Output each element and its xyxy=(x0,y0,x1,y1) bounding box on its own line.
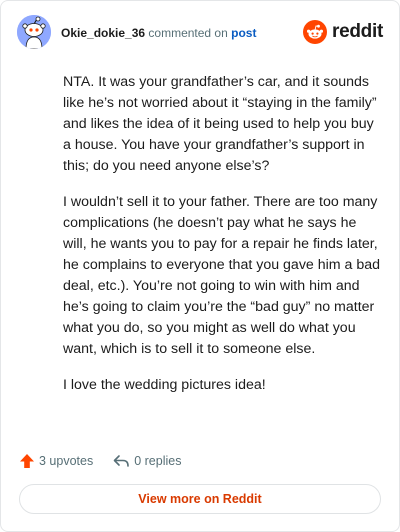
upvote-count: 3 upvotes xyxy=(39,454,94,468)
view-more-button[interactable]: View more on Reddit xyxy=(19,484,381,514)
reply-arrow-icon xyxy=(113,455,130,467)
username-link[interactable]: Okie_dokie_36 xyxy=(61,26,145,40)
replies-button[interactable]: 0 replies xyxy=(113,453,181,469)
reddit-logo[interactable]: reddit xyxy=(303,20,383,44)
comment-paragraph: I wouldn’t sell it to your father. There… xyxy=(63,194,381,357)
reddit-wordmark: reddit xyxy=(332,21,383,42)
reddit-logo-icon xyxy=(303,20,328,44)
comment-card: Okie_dokie_36 commented on post reddit N… xyxy=(0,0,400,532)
comment-actions: 3 upvotes 0 replies xyxy=(19,451,181,471)
user-avatar[interactable] xyxy=(17,15,51,49)
snoo-avatar-icon xyxy=(17,15,51,49)
action-text: commented on xyxy=(148,26,228,40)
replies-count: 0 replies xyxy=(134,454,182,468)
post-link[interactable]: post xyxy=(231,26,256,40)
comment-header: Okie_dokie_36 commented on post reddit xyxy=(17,15,383,51)
comment-meta: Okie_dokie_36 commented on post xyxy=(61,26,256,40)
view-more-label: View more on Reddit xyxy=(138,492,262,506)
comment-body: NTA. It was your grandfather’s car, and … xyxy=(63,72,381,411)
comment-paragraph: I love the wedding pictures idea! xyxy=(63,377,266,393)
upvote-button[interactable]: 3 upvotes xyxy=(19,453,93,469)
upvote-arrow-icon xyxy=(20,454,34,468)
comment-paragraph: NTA. It was your grandfather’s car, and … xyxy=(63,74,377,174)
